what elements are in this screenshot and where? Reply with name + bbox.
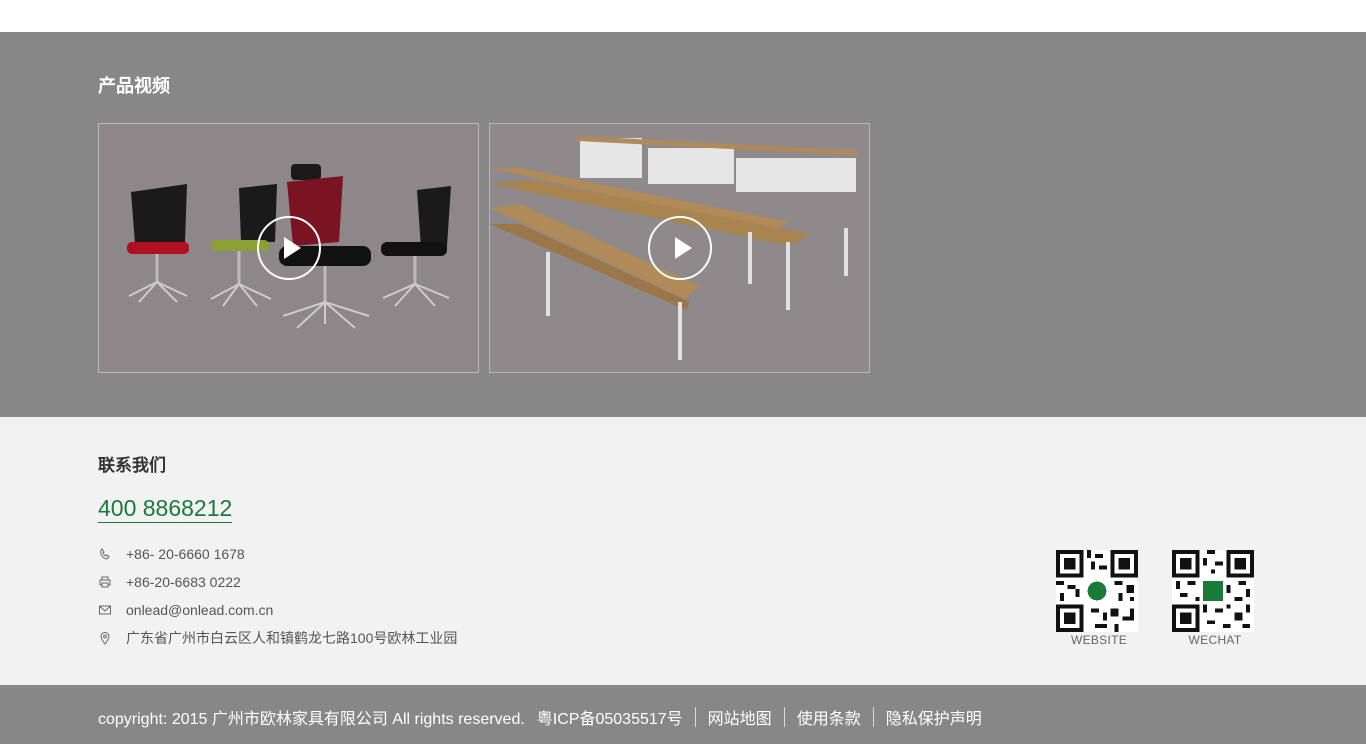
footer-link-terms[interactable]: 使用条款 — [797, 705, 861, 729]
site-footer: copyright: 2015 广州市欧林家具有限公司 All rights r… — [0, 685, 1366, 744]
play-button[interactable] — [647, 216, 712, 280]
website-qr-code — [1056, 550, 1138, 632]
mail-icon — [98, 603, 112, 617]
play-icon — [283, 237, 301, 259]
hotline-number[interactable]: 400 8868212 — [98, 495, 233, 523]
printer-icon — [98, 575, 112, 589]
product-videos-section: 产品视频 — [0, 32, 1366, 417]
copyright-text: copyright: 2015 广州市欧林家具有限公司 All rights r… — [98, 711, 525, 728]
wechat-qr-code — [1172, 550, 1254, 632]
wechat-qr-label: WECHAT — [1188, 633, 1242, 647]
contact-email-row: onlead@onlead.com.cn — [98, 600, 273, 620]
section-title-videos: 产品视频 — [98, 76, 170, 96]
fax-number: +86-20-6683 0222 — [126, 574, 241, 590]
location-pin-icon — [98, 631, 112, 645]
contact-fax-row: +86-20-6683 0222 — [98, 572, 241, 592]
play-icon — [674, 237, 692, 259]
icp-link[interactable]: 粤ICP备05035517号 — [537, 705, 683, 729]
footer-link-sitemap[interactable]: 网站地图 — [708, 705, 772, 729]
phone-number: +86- 20-6660 1678 — [126, 546, 245, 562]
phone-icon — [98, 547, 112, 561]
footer-divider — [783, 707, 785, 727]
play-button[interactable] — [256, 216, 321, 280]
footer-divider — [872, 707, 874, 727]
email-address: onlead@onlead.com.cn — [126, 602, 274, 618]
footer-divider — [694, 707, 696, 727]
section-title-contact: 联系我们 — [98, 456, 166, 475]
contact-phone-row: +86- 20-6660 1678 — [98, 544, 245, 564]
contact-section: 联系我们 400 8868212 +86- 20-6660 1678 +86-2… — [0, 417, 1366, 685]
contact-address-row: 广东省广州市白云区人和镇鹤龙七路100号欧林工业园 — [98, 628, 457, 648]
footer-row: copyright: 2015 广州市欧林家具有限公司 All rights r… — [98, 705, 982, 729]
footer-link-privacy[interactable]: 隐私保护声明 — [886, 705, 982, 729]
video-card-chairs[interactable] — [98, 123, 479, 373]
postal-address: 广东省广州市白云区人和镇鹤龙七路100号欧林工业园 — [126, 630, 458, 646]
top-white-strip — [0, 0, 1366, 32]
website-qr-label: WEBSITE — [1070, 633, 1128, 647]
video-card-tables[interactable] — [489, 123, 870, 373]
